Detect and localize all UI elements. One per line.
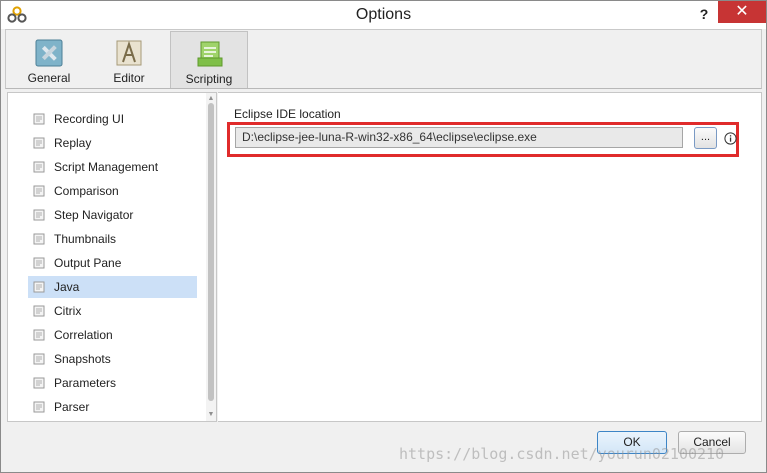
page-icon — [33, 113, 45, 125]
page-icon — [33, 305, 45, 317]
scripting-icon — [197, 41, 223, 67]
sidebar-item-parameters[interactable]: Parameters — [28, 372, 197, 394]
sidebar-item-label: Comparison — [54, 184, 119, 198]
page-icon — [33, 137, 45, 149]
sidebar-item-label: Step Navigator — [54, 208, 134, 222]
scroll-thumb[interactable] — [208, 103, 214, 401]
tab-editor-label: Editor — [113, 71, 145, 85]
help-button[interactable]: ? — [691, 3, 717, 25]
eclipse-path-field[interactable]: D:\eclipse-jee-luna-R-win32-x86_64\eclip… — [235, 127, 683, 148]
sidebar-item-label: Parameters — [54, 376, 117, 390]
sidebar-item-comparison[interactable]: Comparison — [28, 180, 197, 202]
sidebar-item-java[interactable]: Java — [28, 276, 197, 298]
category-list-scrollbar[interactable]: ▲ ▼ — [206, 93, 216, 421]
browse-button[interactable]: ... — [694, 127, 717, 149]
page-icon — [33, 329, 45, 341]
sidebar-item-correlation[interactable]: Correlation — [28, 324, 197, 346]
tab-editor[interactable]: Editor — [90, 31, 168, 88]
editor-icon — [116, 40, 142, 66]
tab-scripting-label: Scripting — [185, 72, 233, 86]
sidebar-item-recording-ui[interactable]: Recording UI — [28, 108, 197, 130]
scroll-down-arrow-icon[interactable]: ▼ — [206, 410, 216, 420]
page-icon — [33, 281, 45, 293]
sidebar-item-label: Parser — [54, 400, 90, 414]
sidebar-item-label: Citrix — [54, 304, 82, 318]
sidebar-item-citrix[interactable]: Citrix — [28, 300, 197, 322]
settings-panel: Eclipse IDE location D:\eclipse-jee-luna… — [218, 92, 762, 422]
page-icon — [33, 185, 45, 197]
title-bar[interactable]: Options ? ✕ — [1, 1, 766, 29]
sidebar-item-label: Thumbnails — [54, 232, 117, 246]
sidebar-item-label: Correlation — [54, 328, 113, 342]
page-icon — [33, 209, 45, 221]
sidebar-item-script-management[interactable]: Script Management — [28, 156, 197, 178]
sidebar-item-output-pane[interactable]: Output Pane — [28, 252, 197, 274]
sidebar-item-label: Snapshots — [54, 352, 111, 366]
close-button[interactable]: ✕ — [718, 1, 766, 23]
sidebar-item-label: Java — [54, 280, 80, 294]
tab-general[interactable]: General — [10, 31, 88, 88]
sidebar-item-replay[interactable]: Replay — [28, 132, 197, 154]
page-icon — [33, 233, 45, 245]
window-title: Options — [355, 6, 412, 23]
tab-scripting[interactable]: Scripting — [170, 31, 248, 88]
sidebar-item-snapshots[interactable]: Snapshots — [28, 348, 197, 370]
sidebar-item-step-navigator[interactable]: Step Navigator — [28, 204, 197, 226]
sidebar-item-label: Replay — [54, 136, 92, 150]
sidebar-item-thumbnails[interactable]: Thumbnails — [28, 228, 197, 250]
tab-general-label: General — [27, 71, 71, 85]
sidebar-item-label: Recording UI — [54, 112, 125, 126]
page-icon — [33, 161, 45, 173]
sidebar-item-parser[interactable]: Parser — [28, 396, 197, 418]
category-toolbar: General Editor Scripting — [5, 29, 762, 89]
category-list: Recording UI Replay Script Management Co… — [8, 93, 206, 421]
sidebar-item-label: Script Management — [54, 160, 159, 174]
page-icon — [33, 257, 45, 269]
category-list-panel: Recording UI Replay Script Management Co… — [7, 92, 217, 422]
options-dialog: Options ? ✕ General Editor Scripting Rec… — [0, 0, 767, 473]
watermark-text: https://blog.csdn.net/yourun02100210 — [399, 445, 725, 463]
page-icon — [33, 353, 45, 365]
info-icon[interactable] — [724, 132, 737, 145]
general-tools-icon — [35, 39, 63, 67]
page-icon — [33, 377, 45, 389]
page-icon — [33, 401, 45, 413]
sidebar-item-label: Output Pane — [54, 256, 122, 270]
eclipse-location-label: Eclipse IDE location — [234, 107, 341, 121]
